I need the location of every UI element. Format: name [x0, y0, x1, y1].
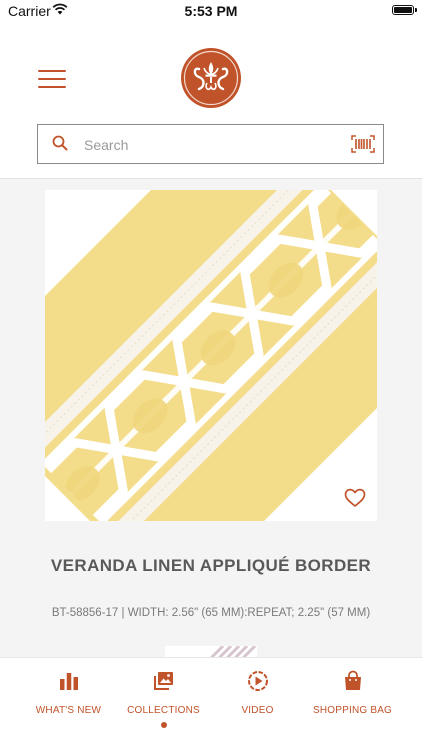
product-title: VERANDA LINEN APPLIQUÉ BORDER — [50, 556, 372, 575]
status-bar: Carrier 5:53 PM — [0, 0, 422, 22]
image-gallery-icon — [154, 672, 173, 690]
search-input[interactable] — [82, 133, 336, 157]
shopping-bag-icon — [345, 670, 361, 690]
hamburger-menu-button[interactable] — [38, 70, 66, 88]
battery-icon — [392, 5, 417, 15]
app-header — [0, 22, 422, 179]
play-circle-icon — [248, 671, 268, 691]
clock: 5:53 PM — [184, 3, 238, 19]
tab-shopping-bag[interactable]: SHOPPING BAG — [300, 658, 405, 751]
product-specs: BT-58856-17 | WIDTH: 2.56" (65 MM):REPEA… — [51, 607, 371, 619]
barcode-scan-icon[interactable] — [351, 135, 375, 153]
search-bar[interactable] — [37, 124, 384, 164]
next-product-thumbnail[interactable] — [165, 645, 257, 657]
product-image[interactable] — [45, 190, 377, 521]
bar-chart-icon — [60, 673, 78, 690]
search-icon — [52, 135, 68, 151]
tab-label: SHOPPING BAG — [312, 705, 393, 716]
active-tab-indicator — [161, 722, 167, 728]
brand-logo[interactable] — [180, 47, 242, 109]
bottom-tab-bar: WHAT'S NEW COLLECTIONS VIDEO SHOPPING BA… — [0, 657, 422, 751]
favorite-heart-icon[interactable] — [344, 488, 366, 508]
